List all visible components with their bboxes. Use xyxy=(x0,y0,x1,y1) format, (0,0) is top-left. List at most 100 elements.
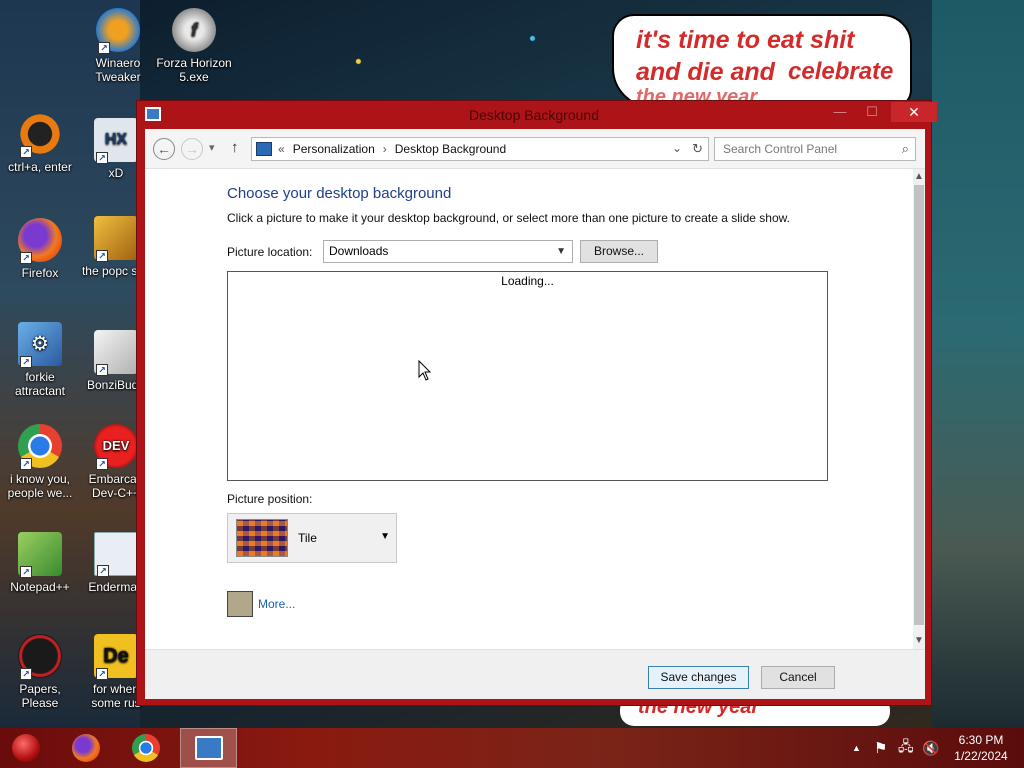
minimize-button[interactable]: — xyxy=(825,102,855,122)
close-button[interactable]: ✕ xyxy=(891,102,937,122)
desktop-icon-papers-please[interactable]: ↗ Papers, Please xyxy=(2,634,78,710)
scroll-up-icon[interactable]: ▲ xyxy=(913,171,925,182)
address-dropdown-icon[interactable]: ⌄ xyxy=(672,138,682,158)
taskbar-firefox[interactable] xyxy=(60,728,112,768)
taskbar-control-panel[interactable] xyxy=(180,728,237,768)
background-color-swatch[interactable] xyxy=(227,591,253,617)
picture-location-select[interactable]: Downloads ▼ xyxy=(323,240,573,263)
desktop-icon-ctrl-a[interactable]: ↗ ctrl+a, enter xyxy=(2,112,78,174)
chevron-down-icon: ▼ xyxy=(556,246,566,257)
network-icon[interactable]: 🖧 xyxy=(898,728,914,768)
ring-icon: ↗ xyxy=(18,112,62,158)
settings-icon: ⚙ ↗ xyxy=(18,322,62,368)
desktop-background-window[interactable]: Desktop Background — ☐ ✕ ← → ▾ ↑ « Perso… xyxy=(136,100,937,706)
shortcut-arrow-icon: ↗ xyxy=(20,458,32,470)
firefox-icon xyxy=(72,734,100,762)
scrollbar-thumb[interactable] xyxy=(914,185,924,625)
wallpaper-text: and die and xyxy=(636,58,775,86)
taskbar-chrome[interactable] xyxy=(120,728,172,768)
breadcrumb-personalization[interactable]: Personalization xyxy=(293,142,375,156)
desktop-icon-label: Notepad++ xyxy=(10,580,70,594)
vertical-scrollbar[interactable]: ▲ ▼ xyxy=(913,169,925,649)
breadcrumb-desktop-background[interactable]: Desktop Background xyxy=(395,142,506,156)
control-panel-icon xyxy=(145,107,161,121)
shortcut-arrow-icon: ↗ xyxy=(20,668,32,680)
cancel-button[interactable]: Cancel xyxy=(761,666,835,689)
chrome-icon: ↗ xyxy=(18,424,62,470)
forward-button[interactable]: → xyxy=(181,138,203,160)
desktop-icon-winaero[interactable]: ↗ Winaero Tweaker xyxy=(80,8,156,84)
chrome-icon xyxy=(132,734,160,762)
shortcut-arrow-icon: ↗ xyxy=(96,364,108,376)
save-changes-button[interactable]: Save changes xyxy=(648,666,749,689)
address-overflow-icon[interactable]: « xyxy=(278,142,285,156)
taskbar-clock[interactable]: 6:30 PM 1/22/2024 xyxy=(946,732,1016,764)
taskbar: ▲ ⚑ 🖧 🔇 6:30 PM 1/22/2024 xyxy=(0,728,1024,768)
refresh-icon[interactable]: ↻ xyxy=(692,138,703,160)
winaero-icon: ↗ xyxy=(96,8,140,54)
start-button[interactable] xyxy=(0,728,52,768)
page-description: Click a picture to make it your desktop … xyxy=(227,211,790,225)
hxd-icon: HX ↗ xyxy=(94,118,138,164)
page-title: Choose your desktop background xyxy=(227,185,452,202)
picture-location-label: Picture location: xyxy=(227,245,313,259)
folder-icon: ↗ xyxy=(94,216,138,262)
desktop-icon-label: Winaero Tweaker xyxy=(95,56,141,84)
desktop-icon-forza[interactable]: f Forza Horizon 5.exe xyxy=(156,8,232,84)
control-panel-icon xyxy=(256,142,272,156)
desktop-icon-chrome[interactable]: ↗ i know you, people we... xyxy=(2,424,78,500)
tray-overflow-icon[interactable]: ▲ xyxy=(852,728,861,768)
shortcut-arrow-icon: ↗ xyxy=(20,356,32,368)
recent-locations-button[interactable]: ▾ xyxy=(209,141,215,154)
shortcut-arrow-icon: ↗ xyxy=(97,565,109,577)
picture-position-select[interactable]: Tile ▼ xyxy=(227,513,397,563)
volume-muted-icon[interactable]: 🔇 xyxy=(922,728,939,768)
desktop-icon-firefox[interactable]: ↗ Firefox xyxy=(2,218,78,280)
wallpaper-right xyxy=(932,0,1024,730)
shortcut-arrow-icon: ↗ xyxy=(96,458,108,470)
firefox-icon: ↗ xyxy=(18,218,62,264)
more-colors-link[interactable]: More... xyxy=(258,597,295,611)
up-button[interactable]: ↑ xyxy=(231,139,239,156)
address-bar[interactable]: « Personalization › Desktop Background ⌄… xyxy=(251,137,709,161)
start-ornament-icon xyxy=(12,734,40,762)
window-titlebar[interactable]: Desktop Background — ☐ ✕ xyxy=(137,101,937,129)
window-footer: Save changes Cancel xyxy=(145,649,925,699)
desktop-icon-label: i know you, people we... xyxy=(7,472,73,500)
picture-position-value: Tile xyxy=(298,531,317,545)
desktop-icon-label: Firefox xyxy=(21,266,59,280)
picture-location-value: Downloads xyxy=(329,244,389,258)
browse-button[interactable]: Browse... xyxy=(580,240,658,263)
bonzi-icon: ↗ xyxy=(94,330,138,376)
desktop-icon-forkie[interactable]: ⚙ ↗ forkie attractant xyxy=(2,322,78,398)
action-center-flag-icon[interactable]: ⚑ xyxy=(874,728,887,768)
shortcut-arrow-icon: ↗ xyxy=(20,146,32,158)
papers-icon: ↗ xyxy=(18,634,62,680)
picture-gallery[interactable]: Loading... xyxy=(227,271,828,481)
shortcut-arrow-icon: ↗ xyxy=(96,152,108,164)
wallpaper-speech-bubble: it's time to eat shit and die and celebr… xyxy=(612,14,912,108)
app-icon: ↗ xyxy=(94,532,138,577)
shortcut-arrow-icon: ↗ xyxy=(20,566,32,578)
search-input[interactable]: Search Control Panel ⌕ xyxy=(714,137,916,161)
scroll-down-icon[interactable]: ▼ xyxy=(913,635,925,646)
chevron-down-icon: ▼ xyxy=(380,531,390,542)
back-button[interactable]: ← xyxy=(153,138,175,160)
mouse-cursor-icon xyxy=(418,360,432,381)
search-placeholder: Search Control Panel xyxy=(723,142,838,156)
shortcut-arrow-icon: ↗ xyxy=(98,42,110,54)
search-icon[interactable]: ⌕ xyxy=(902,138,909,160)
navigation-bar: ← → ▾ ↑ « Personalization › Desktop Back… xyxy=(145,129,925,169)
window-title: Desktop Background xyxy=(469,107,599,123)
window-client-area: ← → ▾ ↑ « Personalization › Desktop Back… xyxy=(145,129,925,699)
de-icon: De ↗ xyxy=(94,634,138,680)
desktop-icon-label: forkie attractant xyxy=(14,370,66,398)
shortcut-arrow-icon: ↗ xyxy=(20,252,32,264)
shortcut-arrow-icon: ↗ xyxy=(96,668,108,680)
maximize-button[interactable]: ☐ xyxy=(857,102,887,122)
shortcut-arrow-icon: ↗ xyxy=(96,250,108,262)
chevron-right-icon[interactable]: › xyxy=(383,142,387,156)
desktop-icon-notepadpp[interactable]: ↗ Notepad++ xyxy=(2,532,78,594)
clock-time: 6:30 PM xyxy=(958,733,1004,747)
picture-position-label: Picture position: xyxy=(227,492,313,506)
